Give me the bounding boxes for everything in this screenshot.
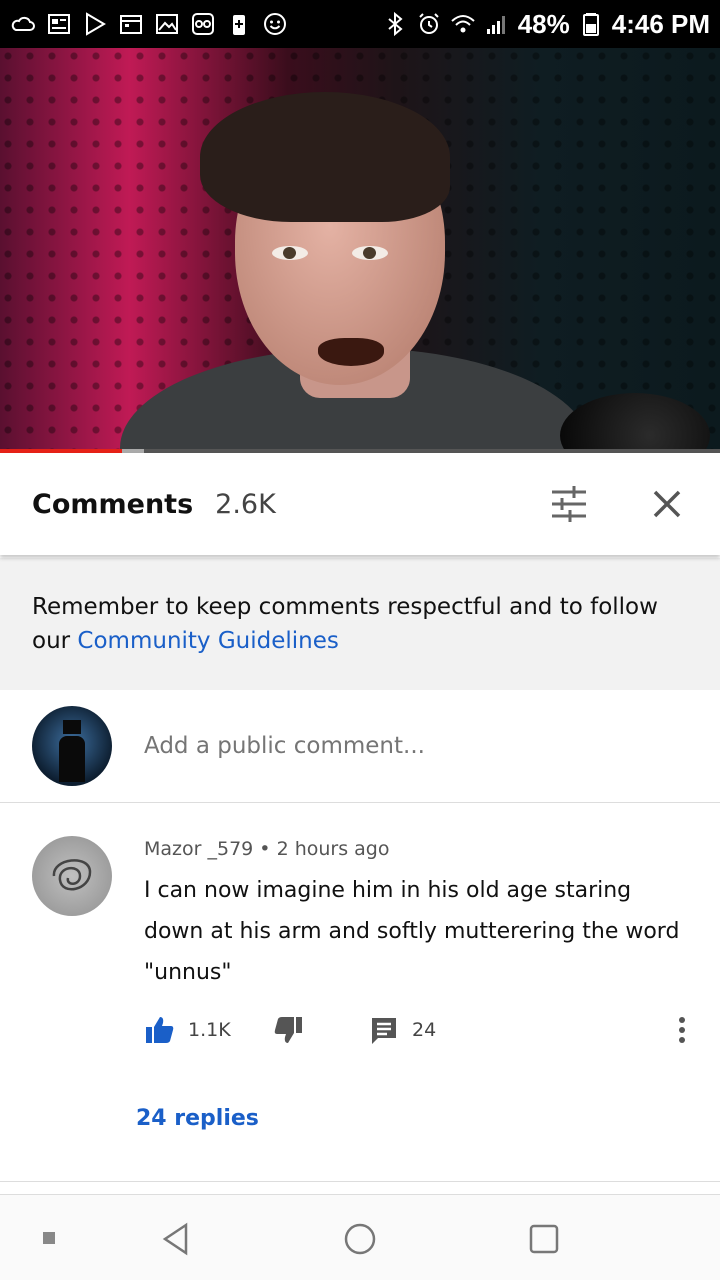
thumbs-down-icon <box>274 1017 302 1043</box>
community-guidelines-link[interactable]: Community Guidelines <box>77 628 338 654</box>
comments-header: Comments 2.6K <box>0 453 720 555</box>
community-guidelines-banner: Remember to keep comments respectful and… <box>0 558 720 690</box>
comment-time: 2 hours ago <box>276 838 390 860</box>
commenter-avatar[interactable] <box>32 836 112 916</box>
recent-dot-icon <box>28 1217 72 1261</box>
comment-icon <box>372 1018 396 1044</box>
gallery-icon <box>154 11 180 37</box>
reply-button[interactable]: 24 <box>368 1014 436 1046</box>
battery-icon <box>578 11 604 37</box>
news-icon <box>46 11 72 37</box>
voicemail-icon <box>190 11 216 37</box>
like-button[interactable]: 1.1K <box>144 1014 231 1046</box>
add-comment-row <box>0 690 720 803</box>
like-count: 1.1K <box>188 1019 231 1041</box>
comment-actions: 1.1K 24 <box>144 1014 704 1054</box>
back-icon[interactable] <box>154 1217 198 1261</box>
clock: 4:46 PM <box>611 8 710 39</box>
home-icon[interactable] <box>338 1217 382 1261</box>
alarm-icon <box>416 11 442 37</box>
user-avatar[interactable] <box>32 706 112 786</box>
microphone-image <box>560 393 710 453</box>
battery-saver-icon <box>226 11 252 37</box>
reply-count: 24 <box>412 1019 437 1041</box>
signal-icon <box>484 11 510 37</box>
more-options-button[interactable] <box>666 1014 698 1046</box>
comment-meta: Mazor _579 • 2 hours ago <box>144 838 389 860</box>
more-vert-icon <box>679 1017 685 1043</box>
smiley-icon <box>262 11 288 37</box>
bluetooth-icon <box>382 11 408 37</box>
add-comment-input[interactable] <box>144 733 664 759</box>
thumbs-up-icon <box>146 1017 174 1043</box>
comment-author[interactable]: Mazor _579 <box>144 838 253 860</box>
dislike-button[interactable] <box>272 1014 304 1046</box>
view-replies-link[interactable]: 24 replies <box>136 1106 259 1131</box>
meta-separator: • <box>259 838 271 860</box>
sort-filter-icon[interactable] <box>548 483 590 525</box>
overview-icon[interactable] <box>522 1217 566 1261</box>
play-store-icon <box>82 11 108 37</box>
video-player[interactable] <box>0 48 720 453</box>
comments-count: 2.6K <box>215 488 276 520</box>
system-nav-bar <box>0 1194 720 1280</box>
comment-item: Mazor _579 • 2 hours ago I can now imagi… <box>0 804 720 1182</box>
battery-percent: 48% <box>517 8 570 39</box>
wifi-icon <box>450 11 476 37</box>
close-icon[interactable] <box>646 483 688 525</box>
comments-title: Comments <box>32 488 194 520</box>
comment-text: I can now imagine him in his old age sta… <box>144 878 680 985</box>
cloud-icon <box>10 11 36 37</box>
calendar-icon <box>118 11 144 37</box>
status-bar: 48% 4:46 PM <box>0 0 720 48</box>
